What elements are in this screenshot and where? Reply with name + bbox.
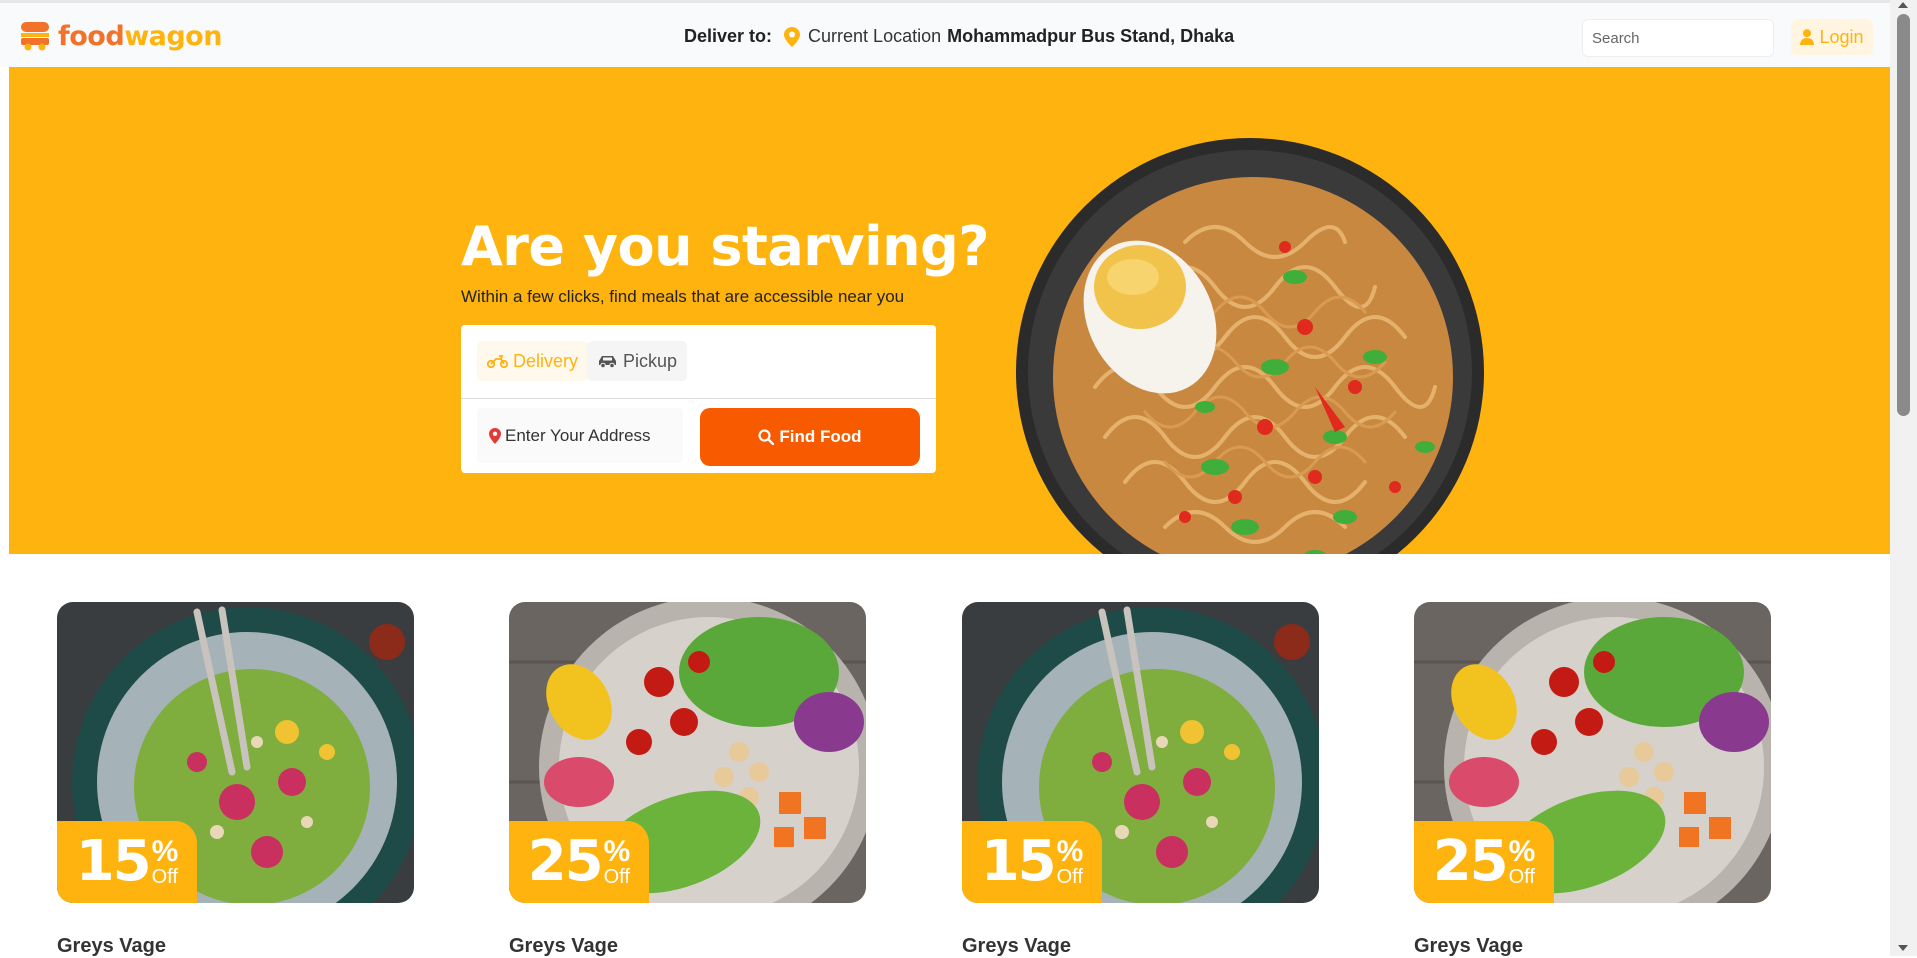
hero-title: Are you starving? xyxy=(461,215,990,278)
tab-pickup-label: Pickup xyxy=(623,350,678,371)
deal-name[interactable]: Greys Vage xyxy=(57,935,166,958)
current-location-label: Current Location xyxy=(808,26,942,46)
scrollbar-thumb[interactable] xyxy=(1897,14,1910,416)
deal-image[interactable]: 15 % Off xyxy=(57,602,414,903)
tab-delivery[interactable]: Delivery xyxy=(477,341,589,381)
tab-delivery-label: Delivery xyxy=(513,350,579,371)
login-label: Login xyxy=(1819,26,1864,47)
page-scrollbar[interactable] xyxy=(1890,0,1917,956)
address-input[interactable]: Enter Your Address xyxy=(477,408,683,463)
deal-card[interactable]: 15 % Off Greys Vage xyxy=(962,602,1319,957)
card-divider xyxy=(461,398,936,399)
delivery-address: Mohammadpur Bus Stand, Dhaka xyxy=(947,26,1235,46)
deal-image[interactable]: 25 % Off xyxy=(509,602,866,903)
scroll-down-arrow-icon[interactable] xyxy=(1898,945,1908,951)
discount-badge: 15 % Off xyxy=(57,821,197,903)
location-pin-icon xyxy=(784,26,801,47)
tab-pickup[interactable]: Pickup xyxy=(587,341,688,381)
find-food-button[interactable]: Find Food xyxy=(700,408,920,466)
deal-name[interactable]: Greys Vage xyxy=(509,935,618,958)
top-navbar: foodwagon Deliver to: Current Location M… xyxy=(0,0,1890,67)
deal-image[interactable]: 15 % Off xyxy=(962,602,1319,903)
noodle-bowl-image xyxy=(1016,138,1484,554)
deliver-to[interactable]: Deliver to: Current Location Mohammadpur… xyxy=(684,26,1234,47)
logo-text-wagon: wagon xyxy=(124,20,222,52)
find-food-label: Find Food xyxy=(779,427,862,446)
search-input[interactable] xyxy=(1582,19,1774,57)
user-icon xyxy=(1800,29,1815,45)
deal-image[interactable]: 25 % Off xyxy=(1414,602,1771,903)
food-truck-icon xyxy=(21,22,49,51)
logo[interactable]: foodwagon xyxy=(20,20,222,52)
hero-subtitle: Within a few clicks, find meals that are… xyxy=(461,287,905,306)
deal-card[interactable]: 25 % Off Greys Vage xyxy=(1414,602,1771,957)
scroll-up-arrow-icon[interactable] xyxy=(1898,2,1908,8)
location-pin-icon xyxy=(489,427,501,444)
discount-badge: 15 % Off xyxy=(962,821,1102,903)
discount-badge: 25 % Off xyxy=(509,821,649,903)
hero-banner: Are you starving? Within a few clicks, f… xyxy=(9,67,1890,554)
deal-name[interactable]: Greys Vage xyxy=(962,935,1071,958)
motorbike-icon xyxy=(487,355,508,368)
search-icon xyxy=(758,429,775,445)
address-placeholder: Enter Your Address xyxy=(505,425,651,445)
deal-card[interactable]: 15 % Off Greys Vage xyxy=(57,602,414,957)
find-food-card: Delivery Pickup Enter Your Address Find … xyxy=(461,325,936,473)
login-button[interactable]: Login xyxy=(1791,19,1873,55)
discount-badge: 25 % Off xyxy=(1414,821,1554,903)
logo-text-food: food xyxy=(58,20,125,52)
deal-card[interactable]: 25 % Off Greys Vage xyxy=(509,602,866,957)
car-icon xyxy=(599,356,616,368)
deal-name[interactable]: Greys Vage xyxy=(1414,935,1523,958)
deliver-label: Deliver to: xyxy=(684,26,773,46)
